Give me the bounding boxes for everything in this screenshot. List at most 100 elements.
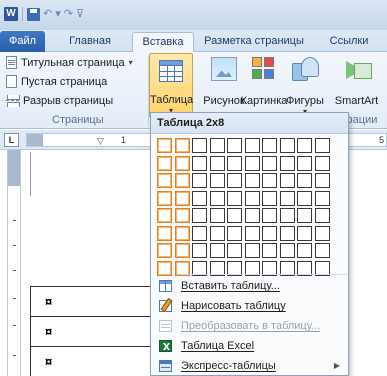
grid-cell[interactable] [157,191,172,206]
grid-cell[interactable] [157,226,172,241]
table-cell[interactable]: ¤ [30,346,157,376]
grid-cell[interactable] [297,138,312,153]
grid-cell[interactable] [315,208,330,223]
document-table[interactable]: ¤ ¤ ¤ [30,286,157,376]
picture-button[interactable]: Рисунок [203,57,245,111]
grid-cell[interactable] [280,226,295,241]
grid-cell[interactable] [297,173,312,188]
grid-cell[interactable] [192,226,207,241]
grid-cell[interactable] [262,226,277,241]
grid-cell[interactable] [297,191,312,206]
grid-cell[interactable] [262,191,277,206]
grid-cell[interactable] [175,208,190,223]
grid-cell[interactable] [262,156,277,171]
grid-cell[interactable] [297,243,312,258]
undo-icon[interactable]: ↶ [43,8,52,21]
grid-cell[interactable] [245,156,260,171]
grid-cell[interactable] [210,208,225,223]
grid-cell[interactable] [157,173,172,188]
indent-marker-icon[interactable]: ▽ [97,136,104,147]
grid-cell[interactable] [262,138,277,153]
grid-cell[interactable] [262,243,277,258]
blank-page-button[interactable]: Пустая страница [6,73,107,90]
table-cell[interactable]: ¤ [30,316,157,347]
grid-cell[interactable] [192,156,207,171]
grid-cell[interactable] [227,173,242,188]
grid-cell[interactable] [315,173,330,188]
table-cell[interactable]: ¤ [30,286,157,317]
grid-cell[interactable] [157,138,172,153]
grid-cell[interactable] [175,173,190,188]
grid-cell[interactable] [175,191,190,206]
grid-cell[interactable] [210,156,225,171]
grid-cell[interactable] [245,243,260,258]
grid-cell[interactable] [227,208,242,223]
grid-cell[interactable] [157,156,172,171]
grid-cell[interactable] [280,138,295,153]
grid-cell[interactable] [175,156,190,171]
menu-item-draw-table[interactable]: Нарисовать таблицу [151,296,348,316]
grid-cell[interactable] [315,138,330,153]
grid-cell[interactable] [280,208,295,223]
grid-cell[interactable] [245,226,260,241]
grid-cell[interactable] [175,243,190,258]
grid-cell[interactable] [245,191,260,206]
grid-cell[interactable] [210,138,225,153]
grid-cell[interactable] [262,208,277,223]
clipart-button[interactable]: Картинка [241,57,287,111]
grid-cell[interactable] [175,138,190,153]
word-icon[interactable]: W [4,7,18,21]
grid-cell[interactable] [280,243,295,258]
redo-icon[interactable]: ↷ [64,8,73,21]
grid-cell[interactable] [210,226,225,241]
grid-cell[interactable] [280,191,295,206]
menu-item-insert-table[interactable]: Вставить таблицу... [151,276,348,296]
grid-cell[interactable] [227,191,242,206]
shapes-button[interactable]: Фигуры ▾ [286,57,324,116]
customize-icon[interactable]: ⊽ [76,8,84,21]
table-button[interactable]: Таблица ▾ [149,53,193,118]
grid-cell[interactable] [280,173,295,188]
grid-cell[interactable] [157,208,172,223]
tab-page-layout[interactable]: Разметка страницы [198,30,310,52]
grid-cell[interactable] [192,243,207,258]
undo-dropdown-icon[interactable]: ▾ [55,8,61,21]
grid-cell[interactable] [245,138,260,153]
grid-cell[interactable] [227,138,242,153]
grid-cell[interactable] [297,226,312,241]
grid-cell[interactable] [210,243,225,258]
grid-cell[interactable] [175,226,190,241]
grid-cell[interactable] [227,226,242,241]
grid-cell[interactable] [227,243,242,258]
grid-cell[interactable] [280,156,295,171]
grid-cell[interactable] [227,156,242,171]
grid-cell[interactable] [157,261,172,276]
tab-insert[interactable]: Вставка [132,32,194,53]
grid-cell[interactable] [315,243,330,258]
grid-cell[interactable] [315,226,330,241]
save-icon[interactable] [27,7,40,21]
menu-item-excel-table[interactable]: Таблица Excel [151,336,348,356]
grid-cell[interactable] [297,208,312,223]
tab-selector-button[interactable]: L [4,133,19,147]
grid-cell[interactable] [210,173,225,188]
tab-home[interactable]: Главная [60,30,120,52]
page-break-button[interactable]: Разрыв страницы [6,92,113,109]
grid-cell[interactable] [192,208,207,223]
grid-cell[interactable] [192,173,207,188]
grid-cell[interactable] [210,191,225,206]
grid-cell[interactable] [157,243,172,258]
grid-cell[interactable] [192,138,207,153]
grid-cell[interactable] [315,156,330,171]
cover-page-button[interactable]: Титульная страница ▾ [6,54,133,71]
tab-file[interactable]: Файл [0,31,45,52]
grid-cell[interactable] [245,208,260,223]
grid-cell[interactable] [192,191,207,206]
tab-references[interactable]: Ссылки [318,30,380,52]
grid-cell[interactable] [245,173,260,188]
grid-cell[interactable] [315,191,330,206]
vertical-ruler[interactable] [7,150,21,376]
grid-cell[interactable] [297,156,312,171]
grid-cell[interactable] [262,173,277,188]
smartart-button[interactable]: SmartArt [326,57,387,111]
